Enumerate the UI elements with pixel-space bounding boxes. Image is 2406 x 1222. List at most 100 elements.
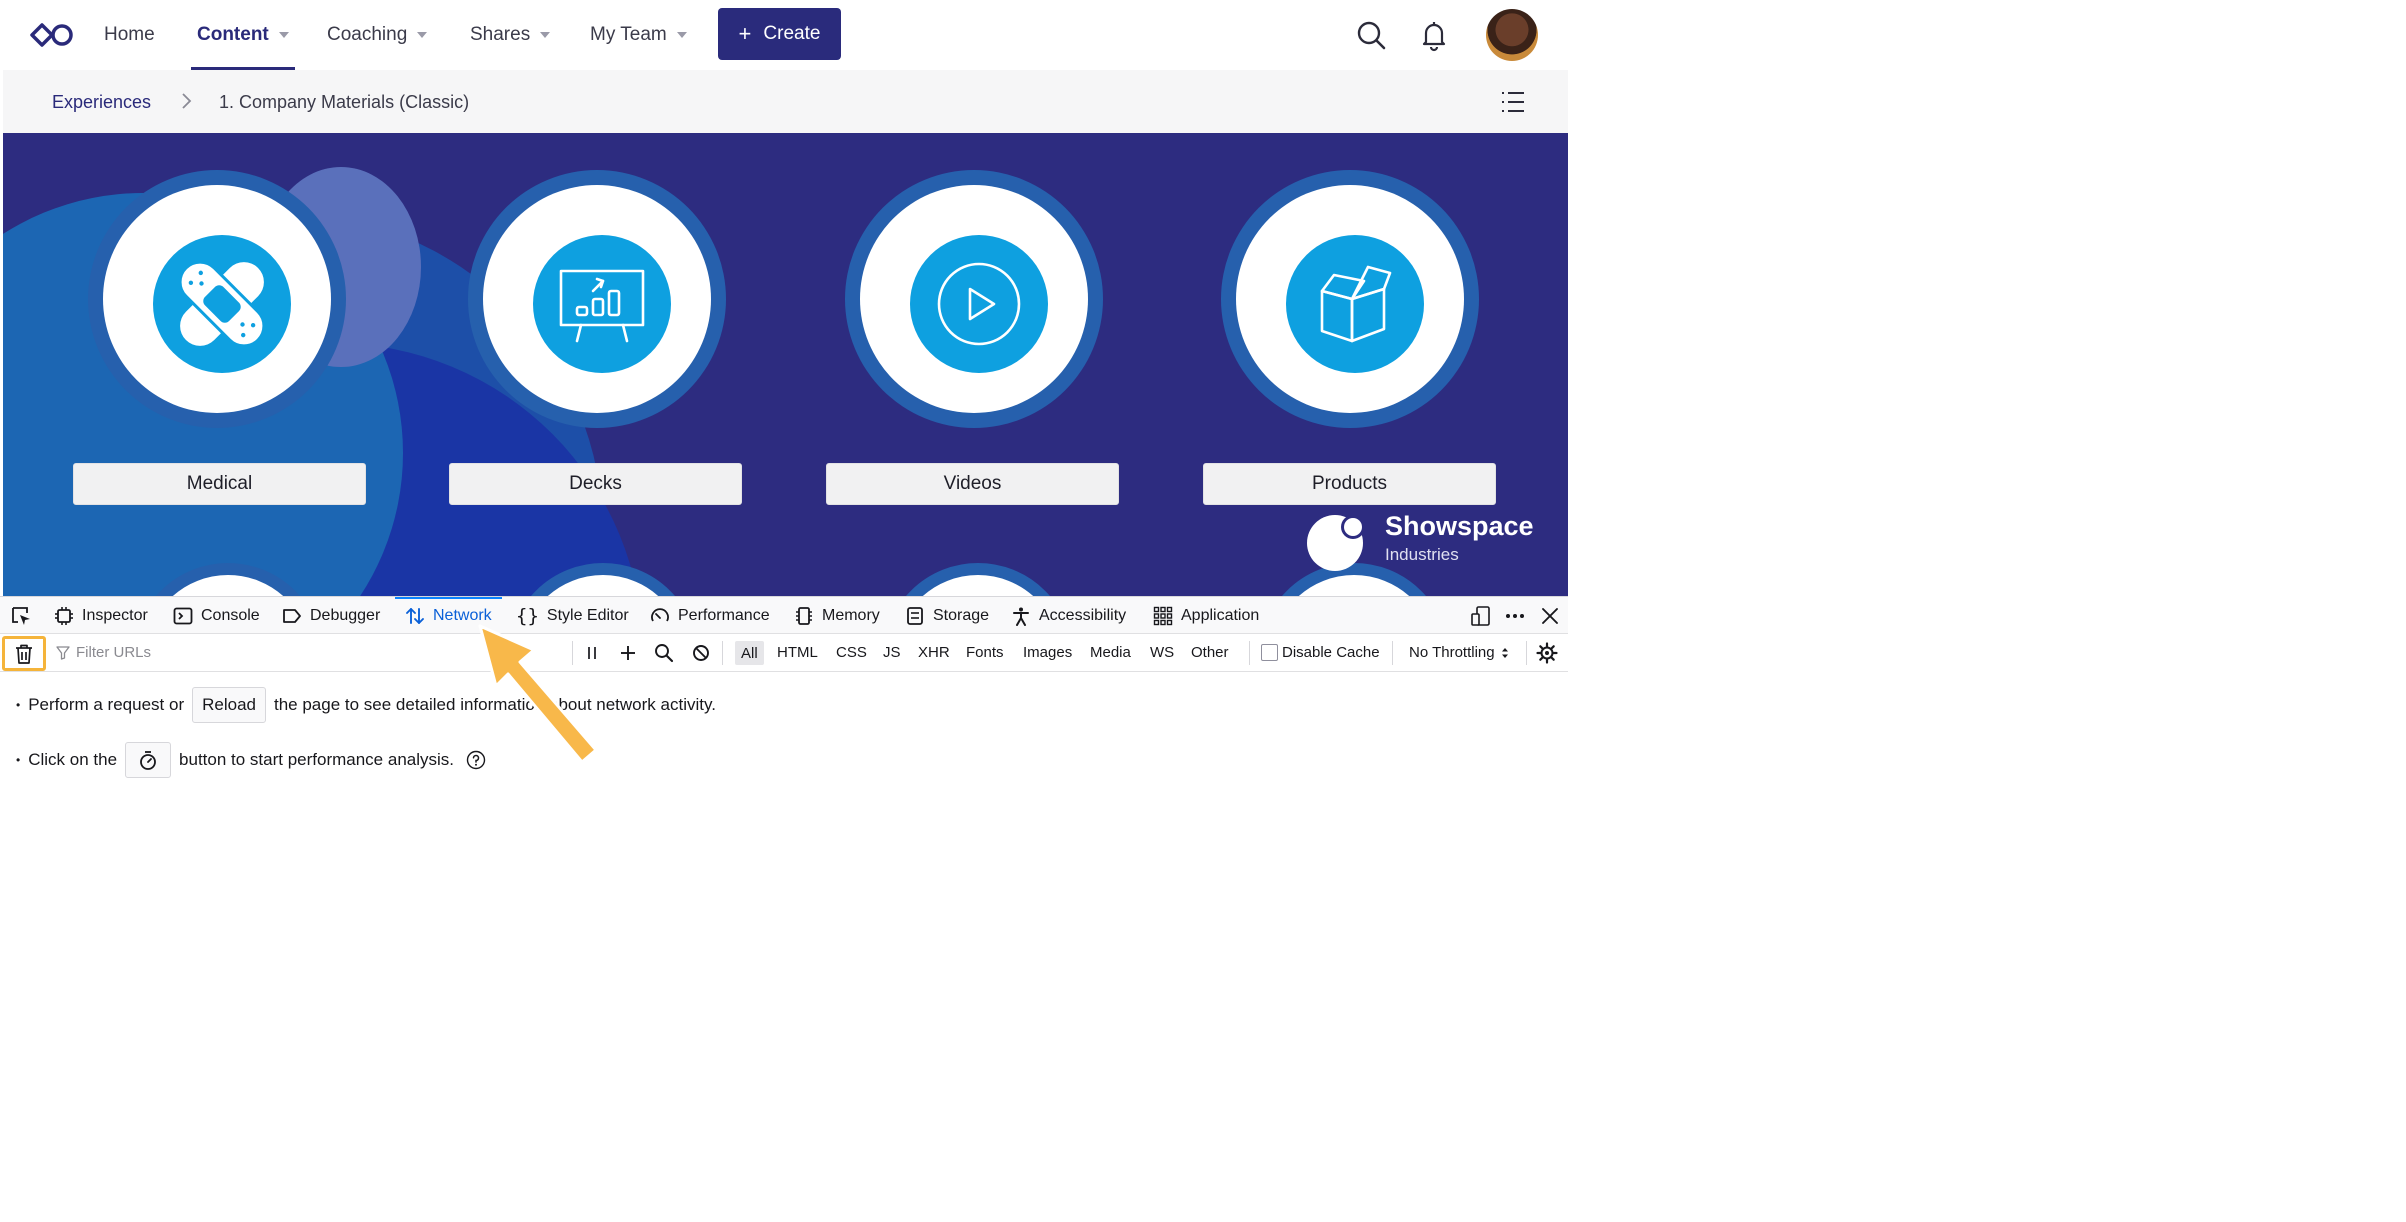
- videos-button[interactable]: Videos: [826, 463, 1119, 505]
- nav-my-team-label: My Team: [590, 24, 667, 45]
- tab-memory[interactable]: Memory: [794, 597, 880, 634]
- filter-type-label: Images: [1023, 644, 1073, 661]
- breadcrumb-current: 1. Company Materials (Classic): [219, 92, 470, 112]
- throttling-select[interactable]: No Throttling: [1409, 634, 1509, 671]
- bandage-icon: [178, 260, 266, 348]
- filter-type-all[interactable]: All: [735, 641, 764, 665]
- breadcrumb-experiences-link[interactable]: Experiences: [52, 92, 151, 113]
- plus-icon[interactable]: [617, 642, 639, 664]
- tab-application[interactable]: Application: [1153, 597, 1259, 634]
- tab-accessibility[interactable]: Accessibility: [1011, 597, 1126, 634]
- nav-content-label: Content: [197, 24, 269, 45]
- tab-accessibility-label: Accessibility: [1039, 606, 1127, 624]
- tab-memory-label: Memory: [822, 606, 880, 624]
- create-button[interactable]: + Create: [718, 8, 841, 60]
- gear-icon[interactable]: [1536, 642, 1558, 664]
- nav-my-team[interactable]: My Team: [590, 0, 687, 70]
- nav-shares[interactable]: Shares: [470, 0, 551, 70]
- tab-console-label: Console: [201, 606, 260, 624]
- filter-type-label: CSS: [836, 644, 867, 661]
- decks-button[interactable]: Decks: [449, 463, 742, 505]
- disable-cache-checkbox[interactable]: [1261, 644, 1278, 661]
- filter-type-fonts[interactable]: Fonts: [966, 634, 1004, 671]
- products-card-icon-circle[interactable]: [1221, 170, 1479, 428]
- nav-coaching[interactable]: Coaching: [327, 0, 428, 70]
- search-icon[interactable]: [1353, 17, 1389, 53]
- medical-card-icon-circle[interactable]: [88, 170, 346, 428]
- presentation-chart-icon: [559, 269, 645, 343]
- nav-content[interactable]: Content: [191, 0, 295, 70]
- block-icon[interactable]: [690, 642, 712, 664]
- decks-card-icon-circle[interactable]: [468, 170, 726, 428]
- network-panel: • Perform a request or Reload the page t…: [0, 672, 1568, 796]
- logo-icon[interactable]: [30, 22, 74, 48]
- nav-home[interactable]: Home: [104, 0, 155, 70]
- tab-inspector-label: Inspector: [82, 606, 148, 624]
- avatar[interactable]: [1486, 9, 1538, 61]
- filter-type-label: XHR: [918, 644, 950, 661]
- nav-home-label: Home: [104, 24, 155, 45]
- filter-type-ws[interactable]: WS: [1150, 634, 1174, 671]
- element-picker-icon[interactable]: [10, 605, 32, 627]
- open-box-icon: [1320, 265, 1392, 343]
- inspector-icon: [55, 606, 73, 625]
- list-icon[interactable]: [1499, 89, 1525, 115]
- nav-shares-label: Shares: [470, 24, 531, 45]
- filter-type-xhr[interactable]: XHR: [918, 634, 950, 671]
- filter-type-media[interactable]: Media: [1090, 634, 1131, 671]
- filter-type-label: Media: [1090, 644, 1131, 661]
- reload-button[interactable]: Reload: [192, 687, 266, 723]
- divider: [1392, 641, 1393, 665]
- top-navigation: Home Content Coaching Shares My Team + C…: [0, 0, 1568, 70]
- bell-icon[interactable]: [1416, 17, 1452, 53]
- breadcrumb: Experiences 1. Company Materials (Classi…: [3, 70, 1568, 133]
- partial-card-circle: [883, 563, 1073, 596]
- filter-type-html[interactable]: HTML: [777, 634, 818, 671]
- filter-type-label: All: [741, 644, 758, 662]
- create-button-label: Create: [763, 23, 821, 44]
- tab-performance-label: Performance: [678, 606, 770, 624]
- empty-message-performance: • Click on the button to start performan…: [16, 742, 486, 778]
- clear-button[interactable]: [2, 636, 46, 671]
- videos-card-icon-circle[interactable]: [845, 170, 1103, 428]
- filter-type-other[interactable]: Other: [1191, 634, 1229, 671]
- tab-storage[interactable]: Storage: [905, 597, 989, 634]
- filter-type-js[interactable]: JS: [883, 634, 901, 671]
- divider: [722, 641, 723, 665]
- tab-console[interactable]: Console: [173, 597, 260, 634]
- videos-label: Videos: [943, 473, 1002, 494]
- hero-section: Medical Decks Videos Products Showspace …: [3, 133, 1568, 596]
- search-icon[interactable]: [653, 642, 675, 664]
- network-toolbar: Filter URLs All HTML CSS JS XHR Fonts Im…: [0, 634, 1568, 672]
- storage-icon: [907, 606, 923, 625]
- nav-coaching-label: Coaching: [327, 24, 408, 45]
- tab-debugger-label: Debugger: [310, 606, 381, 624]
- chevron-down-icon: [278, 32, 289, 38]
- disable-cache-label[interactable]: Disable Cache: [1282, 634, 1380, 671]
- responsive-design-icon[interactable]: [1470, 605, 1492, 627]
- throttling-label: No Throttling: [1409, 644, 1495, 661]
- tab-debugger[interactable]: Debugger: [282, 597, 380, 634]
- brand-sub: Industries: [1385, 545, 1459, 564]
- tab-storage-label: Storage: [933, 606, 990, 624]
- products-button[interactable]: Products: [1203, 463, 1496, 505]
- filter-type-label: Fonts: [966, 644, 1004, 661]
- filter-type-images[interactable]: Images: [1023, 634, 1072, 671]
- products-label: Products: [1312, 473, 1387, 494]
- tab-inspector[interactable]: Inspector: [54, 597, 148, 634]
- filter-urls-placeholder: Filter URLs: [76, 644, 152, 661]
- message-text: button to start performance analysis.: [179, 750, 455, 769]
- close-icon[interactable]: [1539, 605, 1561, 627]
- bullet: •: [16, 753, 21, 767]
- more-options-icon[interactable]: [1504, 605, 1526, 627]
- console-icon: [173, 607, 193, 624]
- accessibility-icon: [1013, 607, 1029, 626]
- tab-performance[interactable]: Performance: [650, 597, 770, 634]
- performance-analysis-button[interactable]: [125, 742, 172, 778]
- play-icon: [937, 262, 1021, 346]
- filter-type-label: WS: [1150, 644, 1175, 661]
- filter-urls-input[interactable]: Filter URLs: [56, 634, 151, 671]
- trash-icon: [16, 644, 32, 664]
- filter-type-css[interactable]: CSS: [836, 634, 867, 671]
- medical-button[interactable]: Medical: [73, 463, 366, 505]
